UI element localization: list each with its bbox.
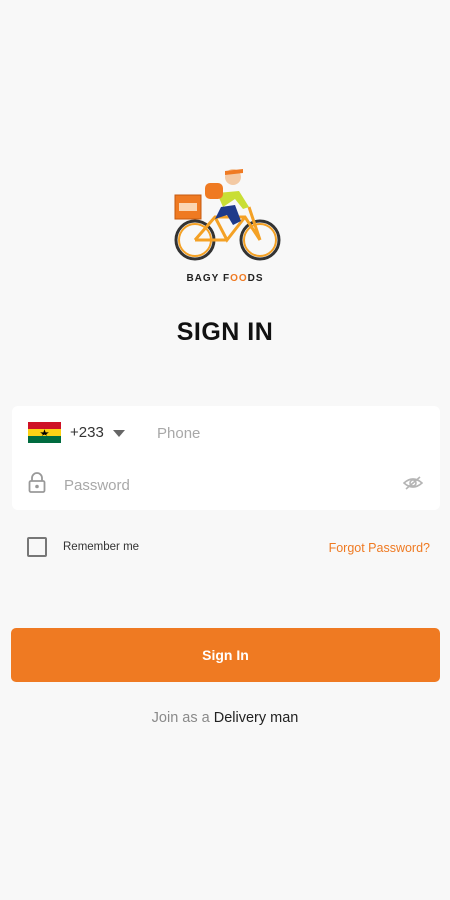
eye-off-icon[interactable] bbox=[403, 475, 423, 491]
page-title: SIGN IN bbox=[176, 318, 274, 346]
ghana-flag-icon[interactable] bbox=[28, 422, 61, 443]
join-prefix: Join as a bbox=[151, 710, 210, 726]
chevron-down-icon[interactable] bbox=[113, 430, 125, 437]
app-logo: BAGY FOODS bbox=[0, 155, 450, 284]
login-form: +233 bbox=[12, 406, 440, 510]
remember-me-label: Remember me bbox=[63, 541, 140, 553]
sign-in-button[interactable]: Sign In bbox=[11, 628, 440, 682]
join-delivery-man: Join as a Delivery man bbox=[0, 710, 450, 726]
lock-icon bbox=[28, 472, 46, 493]
forgot-password-link[interactable]: Forgot Password? bbox=[329, 541, 430, 555]
delivery-man-link[interactable]: Delivery man bbox=[214, 710, 299, 726]
brand-name: BAGY FOODS bbox=[186, 273, 264, 284]
phone-row: +233 bbox=[12, 406, 440, 458]
delivery-bike-icon bbox=[174, 169, 281, 261]
country-code[interactable]: +233 bbox=[70, 424, 104, 441]
password-row bbox=[12, 458, 440, 510]
remember-me-checkbox[interactable] bbox=[27, 537, 47, 557]
password-input[interactable] bbox=[62, 473, 396, 497]
phone-input[interactable] bbox=[155, 421, 419, 445]
